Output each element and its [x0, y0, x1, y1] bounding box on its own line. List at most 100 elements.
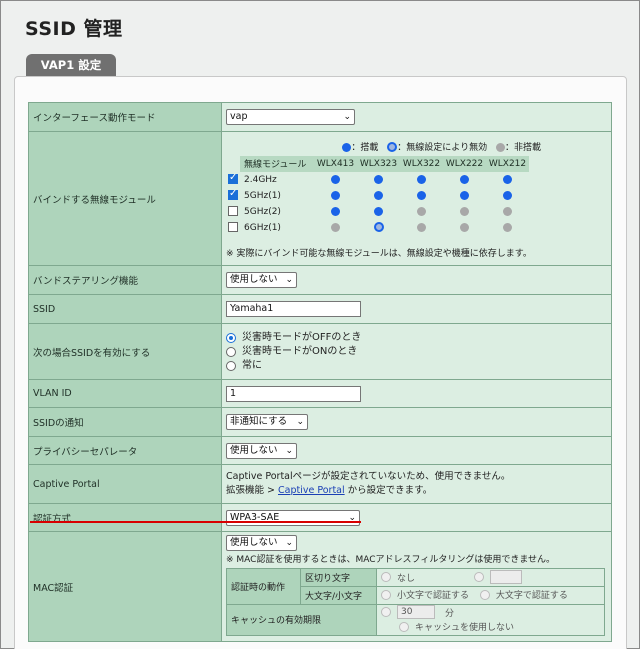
model-header: WLX413 [314, 155, 357, 172]
option-label: 災害時モードがOFFのとき [242, 331, 362, 343]
cache-none-option[interactable]: キャッシュを使用しない [399, 620, 514, 633]
module-name: 5GHz(1) [244, 190, 281, 201]
ssid-label: SSID [28, 294, 222, 324]
module-table-header: 無線モジュール WLX413 WLX323 WLX322 WLX222 WLX2… [226, 155, 529, 172]
status-dot-icon [460, 206, 469, 216]
chevron-down-icon: ⌄ [285, 538, 293, 548]
status-dot-icon [460, 222, 469, 232]
case-upper-option[interactable]: 大文字で認証する [479, 588, 568, 602]
ssid-notify-value: 非通知にする [230, 416, 288, 427]
status-dot-icon [331, 206, 340, 216]
auth-method-highlight [30, 521, 361, 523]
chevron-down-icon: ⌄ [285, 445, 293, 456]
case-label: 大文字/小文字 [300, 586, 377, 605]
interface-mode-label: インターフェース動作モード [28, 102, 222, 132]
page-title: SSID 管理 [25, 18, 123, 40]
row-band-steering: バンドステアリング機能 使用しない ⌄ [28, 265, 612, 295]
radio-icon[interactable] [473, 572, 484, 582]
ssid-notify-label: SSIDの通知 [28, 407, 222, 437]
interface-mode-select[interactable]: vap ⌄ [226, 109, 355, 125]
delimiter-none-option[interactable]: なし [381, 571, 415, 584]
row-auth-method: 認証方式 WPA3-SAE ⌄ [28, 503, 612, 532]
mac-auth-select[interactable]: 使用しない ⌄ [226, 535, 297, 551]
radio-icon[interactable] [399, 621, 409, 632]
ssid-input[interactable]: Yamaha1 [226, 301, 361, 317]
model-header: WLX222 [443, 155, 486, 172]
ssid-enable-option[interactable]: 災害時モードがOFFのとき [226, 331, 611, 345]
model-header: WLX212 [486, 155, 529, 172]
captive-portal-label: Captive Portal [28, 464, 222, 504]
option-label: 小文字で認証する [397, 591, 470, 602]
cache-minutes-option[interactable]: 30 分 [381, 605, 454, 619]
status-dot-icon [331, 190, 340, 200]
module-name: 6GHz(1) [244, 222, 281, 233]
module-name: 2.4GHz [244, 174, 277, 185]
bind-note: ※ 実際にバインド可能な無線モジュールは、無線設定や機種に依存します。 [226, 248, 532, 259]
privacy-label: プライバシーセパレータ [28, 436, 222, 465]
row-ssid: SSID Yamaha1 [28, 294, 612, 324]
model-header: WLX323 [357, 155, 400, 172]
chevron-down-icon: ⌄ [285, 275, 293, 285]
option-label: 災害時モードがONのとき [242, 345, 358, 357]
delimiter-input[interactable] [489, 570, 522, 584]
module-header: 無線モジュール [240, 155, 314, 172]
band-steering-value: 使用しない [230, 274, 278, 285]
cache-minutes-input[interactable]: 30 [397, 605, 435, 619]
mac-auth-note: ※ MAC認証を使用するときは、MACアドレスフィルタリングは使用できません。 [226, 555, 556, 565]
mac-auth-label: MAC認証 [28, 531, 222, 642]
radio-icon[interactable] [226, 346, 236, 357]
radio-icon[interactable] [479, 589, 490, 600]
status-dot-icon [460, 190, 469, 200]
mac-auth-value: 使用しない [230, 537, 278, 548]
interface-mode-value: vap [230, 111, 248, 122]
none-dot-icon [495, 142, 505, 152]
privacy-value: 使用しない [230, 444, 278, 456]
legend-mounted: ：搭載 [351, 142, 379, 153]
module-checkbox[interactable] [228, 172, 238, 185]
status-dot-icon [503, 206, 512, 216]
row-interface-mode: インターフェース動作モード vap ⌄ [28, 102, 612, 132]
row-vlan: VLAN ID 1 [28, 379, 612, 408]
auth-method-label: 認証方式 [28, 503, 222, 532]
ssid-enable-label: 次の場合SSIDを有効にする [28, 323, 222, 380]
chevron-down-icon: ⌄ [343, 112, 351, 122]
mac-auth-table: 認証時の動作 区切り文字 なし 大文字/小文字 小文字で認証する 大文字で認証す… [226, 568, 605, 636]
option-label: キャッシュを使用しない [415, 623, 515, 633]
tab-vap1-settings[interactable]: VAP1 設定 [26, 54, 116, 76]
option-label: なし [397, 573, 416, 584]
status-dot-icon [417, 190, 426, 200]
status-dot-icon [503, 174, 512, 184]
status-dot-icon [503, 190, 512, 200]
radio-icon[interactable] [381, 589, 391, 600]
radio-icon[interactable] [226, 332, 236, 343]
option-label: 常に [242, 359, 262, 371]
case-lower-option[interactable]: 小文字で認証する [381, 588, 469, 601]
ssid-notify-select[interactable]: 非通知にする ⌄ [226, 414, 308, 430]
privacy-select[interactable]: 使用しない ⌄ [226, 442, 297, 459]
settings-form: インターフェース動作モード vap ⌄ バインドする無線モジュール ：搭載 ：無… [28, 102, 612, 642]
radio-icon[interactable] [381, 607, 391, 617]
module-row-5ghz-2: 5GHz(2) [226, 204, 529, 220]
hint-prefix: 拡張機能 > [226, 485, 278, 496]
radio-icon[interactable] [226, 360, 236, 371]
option-label: 大文字で認証する [495, 591, 568, 602]
captive-portal-link[interactable]: Captive Portal [278, 485, 345, 496]
module-name: 5GHz(2) [244, 206, 281, 217]
module-checkbox[interactable] [228, 222, 238, 233]
band-steering-select[interactable]: 使用しない ⌄ [226, 272, 297, 288]
radio-icon[interactable] [381, 572, 391, 582]
delimiter-custom-option[interactable] [473, 570, 522, 584]
disabled-dot-icon [387, 142, 398, 152]
auth-method-select[interactable]: WPA3-SAE ⌄ [226, 509, 360, 526]
row-ssid-enable: 次の場合SSIDを有効にする 災害時モードがOFFのとき 災害時モードがONのと… [28, 323, 612, 380]
module-checkbox[interactable] [228, 206, 238, 217]
module-row-2-4ghz: 2.4GHz [226, 172, 529, 188]
status-dot-icon [503, 222, 512, 232]
ssid-enable-option[interactable]: 災害時モードがONのとき [226, 345, 611, 359]
cache-expiry-label: キャッシュの有効期限 [226, 604, 377, 636]
minutes-unit: 分 [445, 608, 455, 619]
vlan-input[interactable]: 1 [226, 385, 361, 402]
bind-modules-label: バインドする無線モジュール [28, 131, 222, 266]
ssid-enable-option[interactable]: 常に [226, 359, 611, 373]
module-checkbox[interactable] [228, 188, 238, 201]
